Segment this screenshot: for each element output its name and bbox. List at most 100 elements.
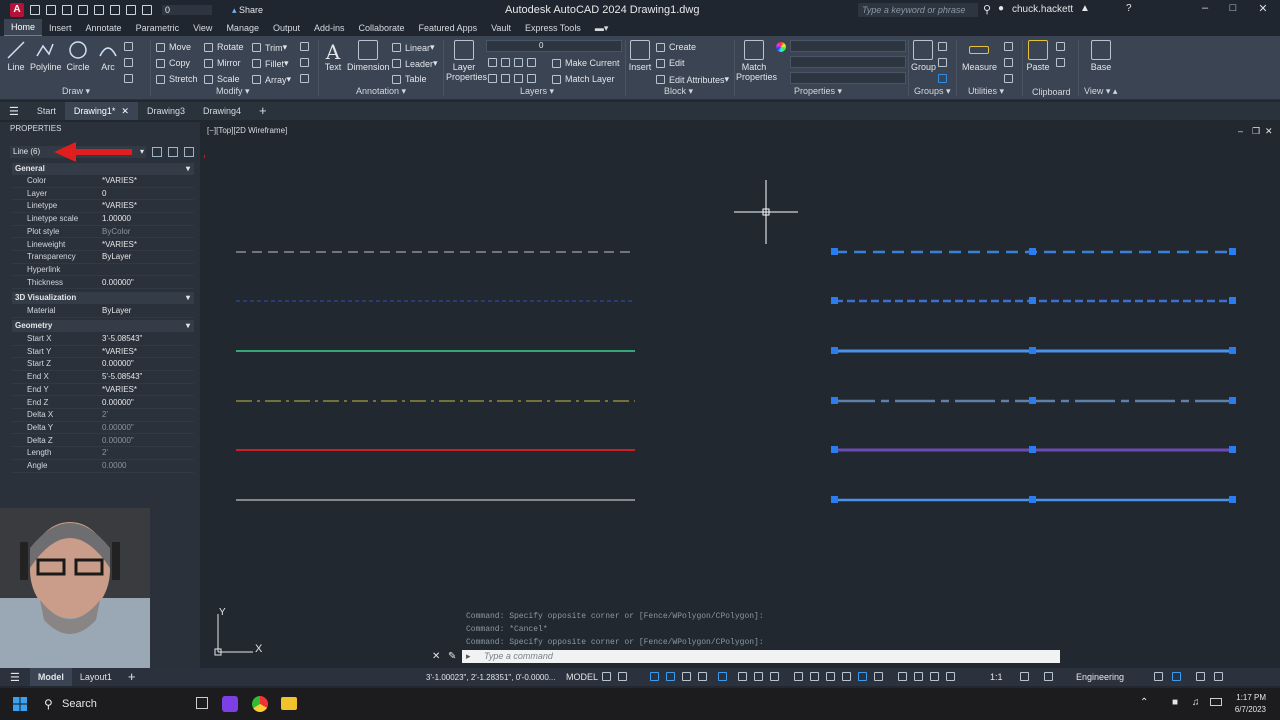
- circle-button[interactable]: Circle: [64, 40, 92, 72]
- 3d-osnap-icon[interactable]: [794, 672, 803, 681]
- cart-icon[interactable]: ▲: [1080, 3, 1090, 14]
- property-row[interactable]: Start X 3'-5.08543": [12, 333, 194, 346]
- clipboard-panel-title[interactable]: Clipboard: [1032, 87, 1071, 97]
- clean-screen-icon[interactable]: [1196, 672, 1205, 681]
- command-close-icon[interactable]: ✕: [432, 651, 440, 662]
- customize-icon[interactable]: [1214, 672, 1223, 681]
- auto-scale-icon[interactable]: [874, 672, 883, 681]
- rotate-button[interactable]: Rotate: [204, 42, 244, 52]
- property-row[interactable]: Start Y *VARIES*: [12, 346, 194, 359]
- property-row[interactable]: Length 2': [12, 447, 194, 460]
- model-space-button[interactable]: MODEL: [566, 672, 598, 682]
- visualization-section-header[interactable]: 3D Visualization ▾: [12, 292, 194, 304]
- file-explorer-icon[interactable]: [281, 697, 297, 710]
- property-row[interactable]: End X 5'-5.08543": [12, 371, 194, 384]
- ribbon-tab-view[interactable]: View: [186, 20, 219, 36]
- stretch-button[interactable]: Stretch: [156, 74, 198, 84]
- ribbon-tab-insert[interactable]: Insert: [42, 20, 79, 36]
- hardware-accel-icon[interactable]: [1172, 672, 1181, 681]
- edit-block-button[interactable]: Edit: [656, 58, 685, 68]
- command-input[interactable]: ▸ Type a command: [462, 650, 1060, 663]
- select-objects-icon[interactable]: [168, 147, 178, 157]
- line-button[interactable]: Line: [4, 40, 28, 72]
- erase-tool[interactable]: [300, 42, 313, 51]
- file-tab-start[interactable]: Start: [28, 102, 65, 120]
- group-select-tool[interactable]: [938, 74, 951, 83]
- copy-clip-tool[interactable]: [1056, 58, 1069, 67]
- user-icon[interactable]: ●: [998, 3, 1004, 14]
- annotation-monitor-icon[interactable]: [930, 672, 939, 681]
- property-row[interactable]: Linetype *VARIES*: [12, 200, 194, 213]
- selection-filter-icon[interactable]: [826, 672, 835, 681]
- maximize-button[interactable]: □: [1218, 2, 1248, 18]
- create-block-button[interactable]: Create: [656, 42, 696, 52]
- property-row[interactable]: Delta Z 0.00000": [12, 435, 194, 448]
- property-row[interactable]: Delta Y 0.00000": [12, 422, 194, 435]
- close-tab-icon[interactable]: ✕: [121, 106, 129, 116]
- selected-line-2[interactable]: [831, 297, 1236, 304]
- chrome-icon[interactable]: [252, 696, 268, 712]
- explode-tool[interactable]: [300, 58, 313, 67]
- dynamic-ucs-icon[interactable]: [810, 672, 819, 681]
- battery-icon[interactable]: [1210, 698, 1222, 706]
- new-file-icon[interactable]: [30, 5, 40, 15]
- view-panel-title[interactable]: View ▾ ▴: [1084, 86, 1117, 97]
- modify-panel-title[interactable]: Modify ▾: [216, 86, 250, 97]
- layer-tools-row1[interactable]: [488, 58, 540, 67]
- system-clock[interactable]: 1:17 PM 6/7/2023: [1228, 692, 1266, 716]
- viewport-restore-icon[interactable]: ❐: [1252, 126, 1260, 137]
- copy-button[interactable]: Copy: [156, 58, 190, 68]
- polyline-button[interactable]: Polyline: [30, 40, 62, 72]
- lineweight-dropdown[interactable]: [790, 56, 906, 68]
- fillet-button[interactable]: Fillet ▾: [252, 58, 289, 69]
- property-row[interactable]: Color *VARIES*: [12, 175, 194, 188]
- viewport-close-icon[interactable]: ✕: [1265, 126, 1273, 137]
- help-search-input[interactable]: Type a keyword or phrase: [858, 3, 978, 17]
- cut-tool[interactable]: [1056, 42, 1069, 51]
- ribbon-tab-collaborate[interactable]: Collaborate: [352, 20, 412, 36]
- ribbon-tab-home[interactable]: Home: [4, 19, 43, 37]
- quick-select-icon[interactable]: [184, 147, 194, 157]
- utilities-tool-3[interactable]: [1004, 74, 1017, 83]
- command-customize-icon[interactable]: ✎: [448, 651, 456, 662]
- groups-panel-title[interactable]: Groups ▾: [914, 86, 951, 97]
- lock-ui-icon[interactable]: [1044, 672, 1053, 681]
- property-row[interactable]: Delta X 2': [12, 409, 194, 422]
- property-row[interactable]: Angle 0.0000: [12, 460, 194, 473]
- linear-dim-button[interactable]: Linear ▾: [392, 42, 435, 53]
- annotation-visibility-icon[interactable]: [858, 672, 867, 681]
- ribbon-options-icon[interactable]: ▬▾: [588, 20, 616, 36]
- edit-attributes-button[interactable]: Edit Attributes ▾: [656, 74, 729, 85]
- taskbar-search[interactable]: ⚲ Search: [40, 693, 190, 715]
- viewport-controls[interactable]: [−][Top][2D Wireframe]: [207, 126, 287, 135]
- group-button[interactable]: Group: [911, 40, 936, 72]
- property-row[interactable]: End Z 0.00000": [12, 397, 194, 410]
- ribbon-tab-parametric[interactable]: Parametric: [129, 20, 187, 36]
- layers-panel-title[interactable]: Layers ▾: [520, 86, 554, 97]
- scale-button[interactable]: Scale: [204, 74, 240, 84]
- gizmo-icon[interactable]: [842, 672, 851, 681]
- hamburger-menu-icon[interactable]: ☰: [0, 105, 28, 118]
- property-row[interactable]: Start Z 0.00000": [12, 358, 194, 371]
- base-view-button[interactable]: Base: [1088, 40, 1114, 72]
- arc-button[interactable]: Arc: [96, 40, 120, 72]
- array-button[interactable]: Array ▾: [252, 74, 291, 85]
- table-button[interactable]: Table: [392, 74, 427, 84]
- offset-tool[interactable]: [300, 74, 313, 83]
- paste-button[interactable]: Paste: [1026, 40, 1050, 72]
- file-tab-drawing4[interactable]: Drawing4: [194, 102, 250, 120]
- osnap-icon[interactable]: [718, 672, 727, 681]
- layer-quick-dropdown[interactable]: 0: [162, 5, 212, 15]
- annotation-panel-title[interactable]: Annotation ▾: [356, 86, 406, 97]
- rectangle-tool[interactable]: [124, 42, 137, 51]
- file-tab-drawing1[interactable]: Drawing1* ✕: [64, 102, 138, 120]
- open-file-icon[interactable]: [46, 5, 56, 15]
- block-panel-title[interactable]: Block ▾: [664, 86, 693, 97]
- add-layout-plus-icon[interactable]: +: [120, 668, 144, 686]
- selection-cycling-icon[interactable]: [770, 672, 779, 681]
- move-button[interactable]: Move: [156, 42, 191, 52]
- search-icon[interactable]: ⚲: [983, 3, 991, 16]
- utilities-tool-2[interactable]: [1004, 58, 1017, 67]
- tray-chevron-icon[interactable]: ⌃: [1140, 697, 1148, 708]
- property-row[interactable]: Lineweight *VARIES*: [12, 239, 194, 252]
